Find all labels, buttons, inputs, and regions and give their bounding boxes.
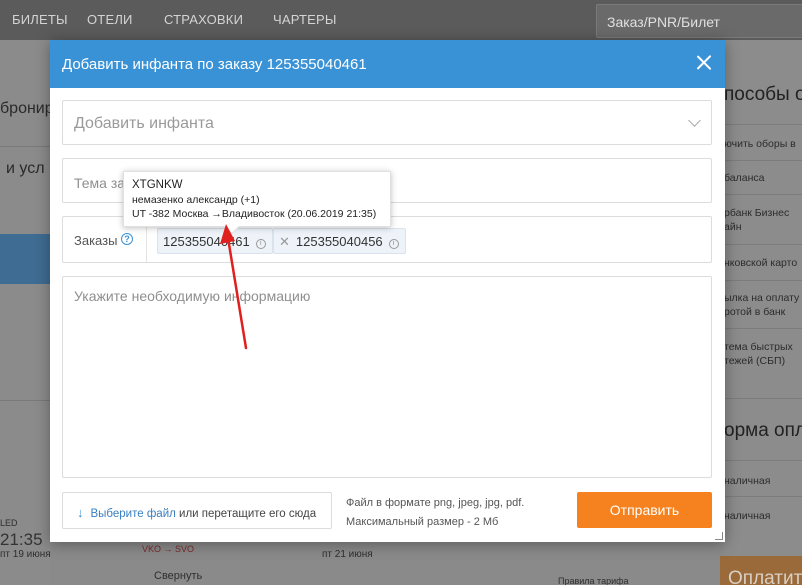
drag-drop-text: или перетащите его сюда [175,508,317,520]
tooltip-flight: UT -382 Москва →Владивосток (20.06.2019 … [132,208,377,220]
divider [724,280,802,281]
divider [724,244,802,245]
tariff-rules-link[interactable]: Правила тарифа [558,576,629,585]
payment-form-heading: орма опл [724,420,802,441]
payment-option-text: нковской карто [724,257,798,269]
info-circle-icon[interactable]: i [388,239,399,249]
payment-option-text: ылка на оплату [724,292,800,304]
pay-button[interactable]: Оплатить [720,556,802,585]
modal-header: Добавить инфанта по заказу 125355040461 [50,40,725,88]
file-size-text: Максимальный размер - 2 Мб [346,516,499,528]
select-placeholder: Добавить инфанта [74,115,214,132]
background-bottom-row: LED 21:35 пт 19 июня VKO → SVO пт 21 июн… [0,518,724,585]
divider [724,398,802,399]
order-tag[interactable]: 125355040461 i [157,228,273,254]
collapse-link[interactable]: Свернуть [154,570,202,582]
order-tag[interactable]: ✕ 125355040456 i [273,228,406,254]
payment-option-text: рбанк Бизнес [724,207,790,219]
file-upload-area[interactable]: ↓ Выберите файл или перетащите его сюда [62,492,332,529]
message-placeholder: Укажите необходимую информацию [74,288,311,304]
nav-item-insurance[interactable]: СТРАХОВКИ [164,12,243,27]
order-number: 125355040461 [163,234,250,249]
remove-tag-icon[interactable]: ✕ [279,234,290,249]
route-codes: VKO → SVO [142,544,195,554]
background-right-panel: пособы оп ючить оборы в баланса рбанк Би… [720,40,802,585]
modal-title: Добавить инфанта по заказу 125355040461 [62,56,367,73]
submit-button[interactable]: Отправить [577,492,712,528]
payment-option-text: ротой в банк [724,306,786,318]
pnr-search-input[interactable]: Заказ/PNR/Билет [596,4,802,38]
payment-option-text: тема быстрых [724,341,793,353]
message-textarea[interactable]: Укажите необходимую информацию [62,276,712,478]
nav-item-hotels[interactable]: ОТЕЛИ [87,12,133,27]
subject-placeholder: Тема за [74,175,126,191]
nav-item-tickets[interactable]: БИЛЕТЫ [12,12,68,27]
resize-handle[interactable] [715,532,723,540]
info-circle-icon[interactable]: i [255,239,266,249]
close-icon[interactable] [693,52,715,74]
file-format-text: Файл в формате png, jpeg, jpg, pdf. [346,497,525,509]
arrival-date: пт 21 июня [322,549,373,560]
background-text: бронир [0,100,54,117]
divider [724,496,802,497]
payment-option-text: тежей (СБП) [724,355,786,367]
divider [724,194,802,195]
divider [724,460,802,461]
arrow-down-icon: ↓ [77,505,84,520]
tooltip-passenger: немазенко александр (+1) [132,194,260,206]
divider [0,400,50,401]
choose-file-link[interactable]: Выберите файл [91,508,176,520]
file-format-hint: Файл в формате png, jpeg, jpg, pdf. Макс… [346,494,524,532]
payment-form-option: наличная [724,510,771,522]
payment-methods-heading: пособы оп [724,84,802,105]
payment-option-text: баланса [724,172,765,184]
divider [724,124,802,125]
divider [0,146,50,147]
orders-label: Заказы [74,233,118,248]
order-tooltip: XTGNKW немазенко александр (+1) UT -382 … [123,171,391,235]
add-infant-modal: Добавить инфанта по заказу 125355040461 … [50,40,725,542]
tooltip-pnr: XTGNKW [132,179,183,191]
background-blue-block [0,234,50,284]
background-left-panel: бронир и усл [0,40,54,585]
departure-date: пт 19 июня [0,549,51,560]
payment-option-text: айн [724,221,742,233]
divider [724,160,802,161]
nav-item-charters[interactable]: ЧАРТЕРЫ [273,12,337,27]
departure-time: 21:35 [0,530,43,549]
chevron-down-icon [688,114,701,127]
order-number: 125355040456 [295,234,383,249]
question-circle-icon[interactable]: ? [121,233,133,245]
top-navigation: БИЛЕТЫ ОТЕЛИ СТРАХОВКИ ЧАРТЕРЫ Заказ/PNR… [0,0,802,40]
divider [724,328,802,329]
background-text: и усл [6,160,45,177]
add-infant-select[interactable]: Добавить инфанта [62,100,712,145]
payment-option-text: ючить оборы в [724,138,796,150]
payment-form-option: наличная [724,475,771,487]
airport-code: LED [0,518,18,528]
